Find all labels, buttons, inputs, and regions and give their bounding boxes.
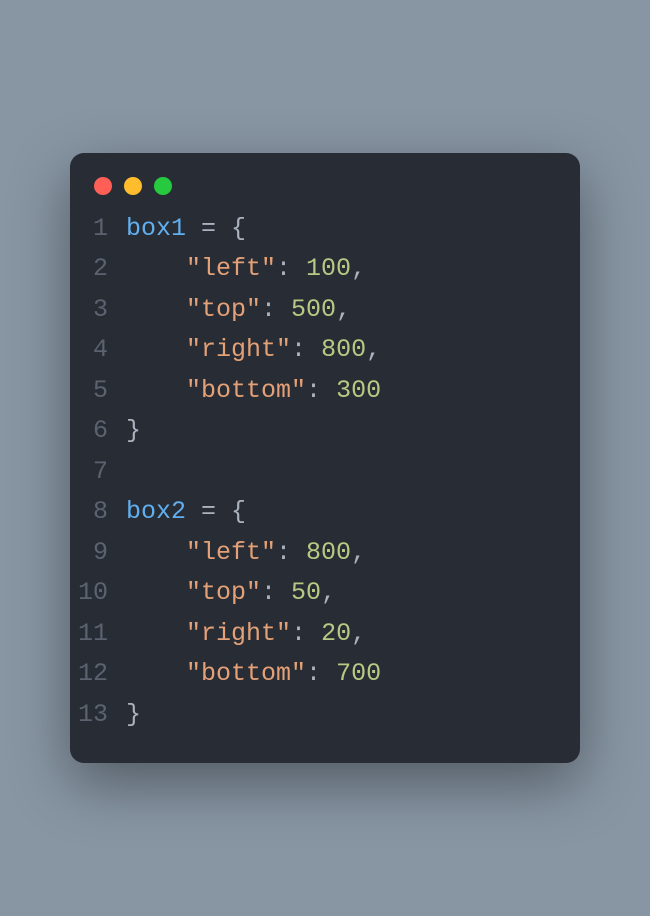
token-num: 800 [306,538,351,567]
token-str: "bottom" [186,376,306,405]
token-op: = [186,214,231,243]
line-number: 3 [70,290,126,331]
token-str: "right" [186,619,291,648]
code-line: 10 "top": 50, [70,573,580,614]
code-line: 8box2 = { [70,492,580,533]
line-content: } [126,411,580,452]
line-number: 2 [70,249,126,290]
line-content: "right": 800, [126,330,580,371]
token-brace: { [231,214,246,243]
token-op [126,254,186,283]
token-brace: } [126,416,141,445]
line-number: 7 [70,452,126,493]
token-num: 800 [321,335,366,364]
token-op [126,578,186,607]
code-line: 5 "bottom": 300 [70,371,580,412]
line-content: box1 = { [126,209,580,250]
window-titlebar [70,177,580,209]
token-str: "bottom" [186,659,306,688]
line-content: "top": 500, [126,290,580,331]
token-op [126,659,186,688]
code-line: 13} [70,695,580,736]
token-num: 700 [336,659,381,688]
line-number: 6 [70,411,126,452]
token-punc: : [261,578,291,607]
code-window: 1box1 = {2 "left": 100,3 "top": 500,4 "r… [70,153,580,764]
token-op [126,619,186,648]
code-line: 6} [70,411,580,452]
token-punc: : [261,295,291,324]
token-punc: : [291,335,321,364]
code-line: 12 "bottom": 700 [70,654,580,695]
token-punc: , [321,578,336,607]
code-line: 11 "right": 20, [70,614,580,655]
token-punc: , [336,295,351,324]
code-line: 1box1 = { [70,209,580,250]
zoom-icon[interactable] [154,177,172,195]
token-punc: , [366,335,381,364]
line-number: 10 [70,573,126,614]
line-content: "left": 800, [126,533,580,574]
token-brace: { [231,497,246,526]
line-number: 5 [70,371,126,412]
token-num: 100 [306,254,351,283]
line-number: 13 [70,695,126,736]
token-punc: : [306,659,336,688]
line-content: "top": 50, [126,573,580,614]
token-brace: } [126,700,141,729]
token-num: 500 [291,295,336,324]
token-var: box1 [126,214,186,243]
line-number: 9 [70,533,126,574]
line-content: "left": 100, [126,249,580,290]
token-num: 300 [336,376,381,405]
line-content: "right": 20, [126,614,580,655]
token-var: box2 [126,497,186,526]
token-punc: , [351,254,366,283]
code-area: 1box1 = {2 "left": 100,3 "top": 500,4 "r… [70,209,580,736]
line-number: 1 [70,209,126,250]
minimize-icon[interactable] [124,177,142,195]
line-number: 12 [70,654,126,695]
line-content: } [126,695,580,736]
token-str: "left" [186,538,276,567]
token-str: "top" [186,578,261,607]
token-punc: , [351,538,366,567]
close-icon[interactable] [94,177,112,195]
code-line: 2 "left": 100, [70,249,580,290]
line-content: "bottom": 700 [126,654,580,695]
token-punc: : [276,254,306,283]
line-number: 11 [70,614,126,655]
code-line: 4 "right": 800, [70,330,580,371]
line-content: "bottom": 300 [126,371,580,412]
line-content [126,452,580,493]
code-line: 7 [70,452,580,493]
token-punc: , [351,619,366,648]
token-op [126,335,186,364]
token-punc: : [291,619,321,648]
token-punc: : [276,538,306,567]
token-punc: : [306,376,336,405]
token-str: "left" [186,254,276,283]
code-line: 9 "left": 800, [70,533,580,574]
token-num: 20 [321,619,351,648]
token-str: "top" [186,295,261,324]
token-op: = [186,497,231,526]
token-str: "right" [186,335,291,364]
line-number: 8 [70,492,126,533]
line-number: 4 [70,330,126,371]
code-line: 3 "top": 500, [70,290,580,331]
token-num: 50 [291,578,321,607]
token-op [126,376,186,405]
token-op [126,295,186,324]
line-content: box2 = { [126,492,580,533]
token-op [126,538,186,567]
